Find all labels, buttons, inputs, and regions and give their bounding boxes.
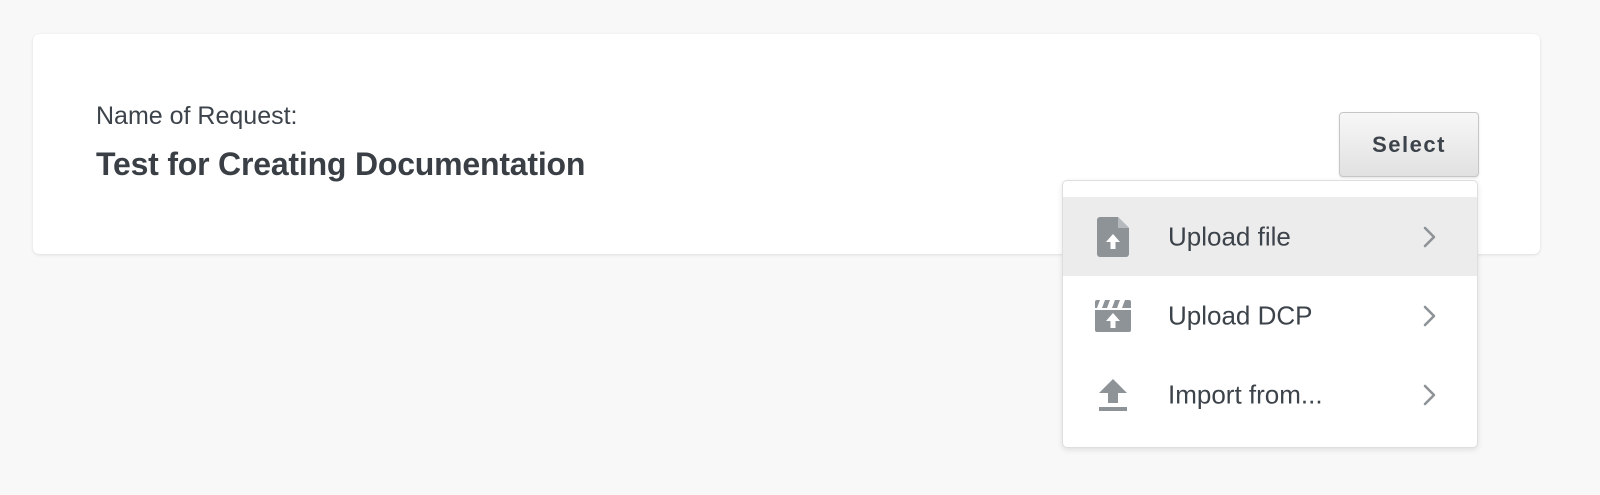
menu-item-label: Upload file [1168,221,1291,251]
menu-item-upload-file[interactable]: Upload file [1063,197,1477,276]
upload-arrow-icon [1095,375,1131,415]
menu-item-label: Import from... [1168,379,1323,409]
menu-item-upload-dcp[interactable]: Upload DCP [1063,276,1477,355]
select-button[interactable]: Select [1339,112,1479,177]
file-upload-icon [1095,216,1131,257]
chevron-right-icon [1421,383,1437,407]
menu-item-label: Upload DCP [1168,300,1313,330]
chevron-right-icon [1421,225,1437,249]
request-name-value: Test for Creating Documentation [96,146,586,182]
select-dropdown-menu: Upload file Upload DCP Import from... [1062,180,1478,448]
clapperboard-upload-icon [1095,296,1131,336]
chevron-right-icon [1421,304,1437,328]
request-name-label: Name of Request: [96,102,298,130]
menu-item-import-from[interactable]: Import from... [1063,355,1477,434]
